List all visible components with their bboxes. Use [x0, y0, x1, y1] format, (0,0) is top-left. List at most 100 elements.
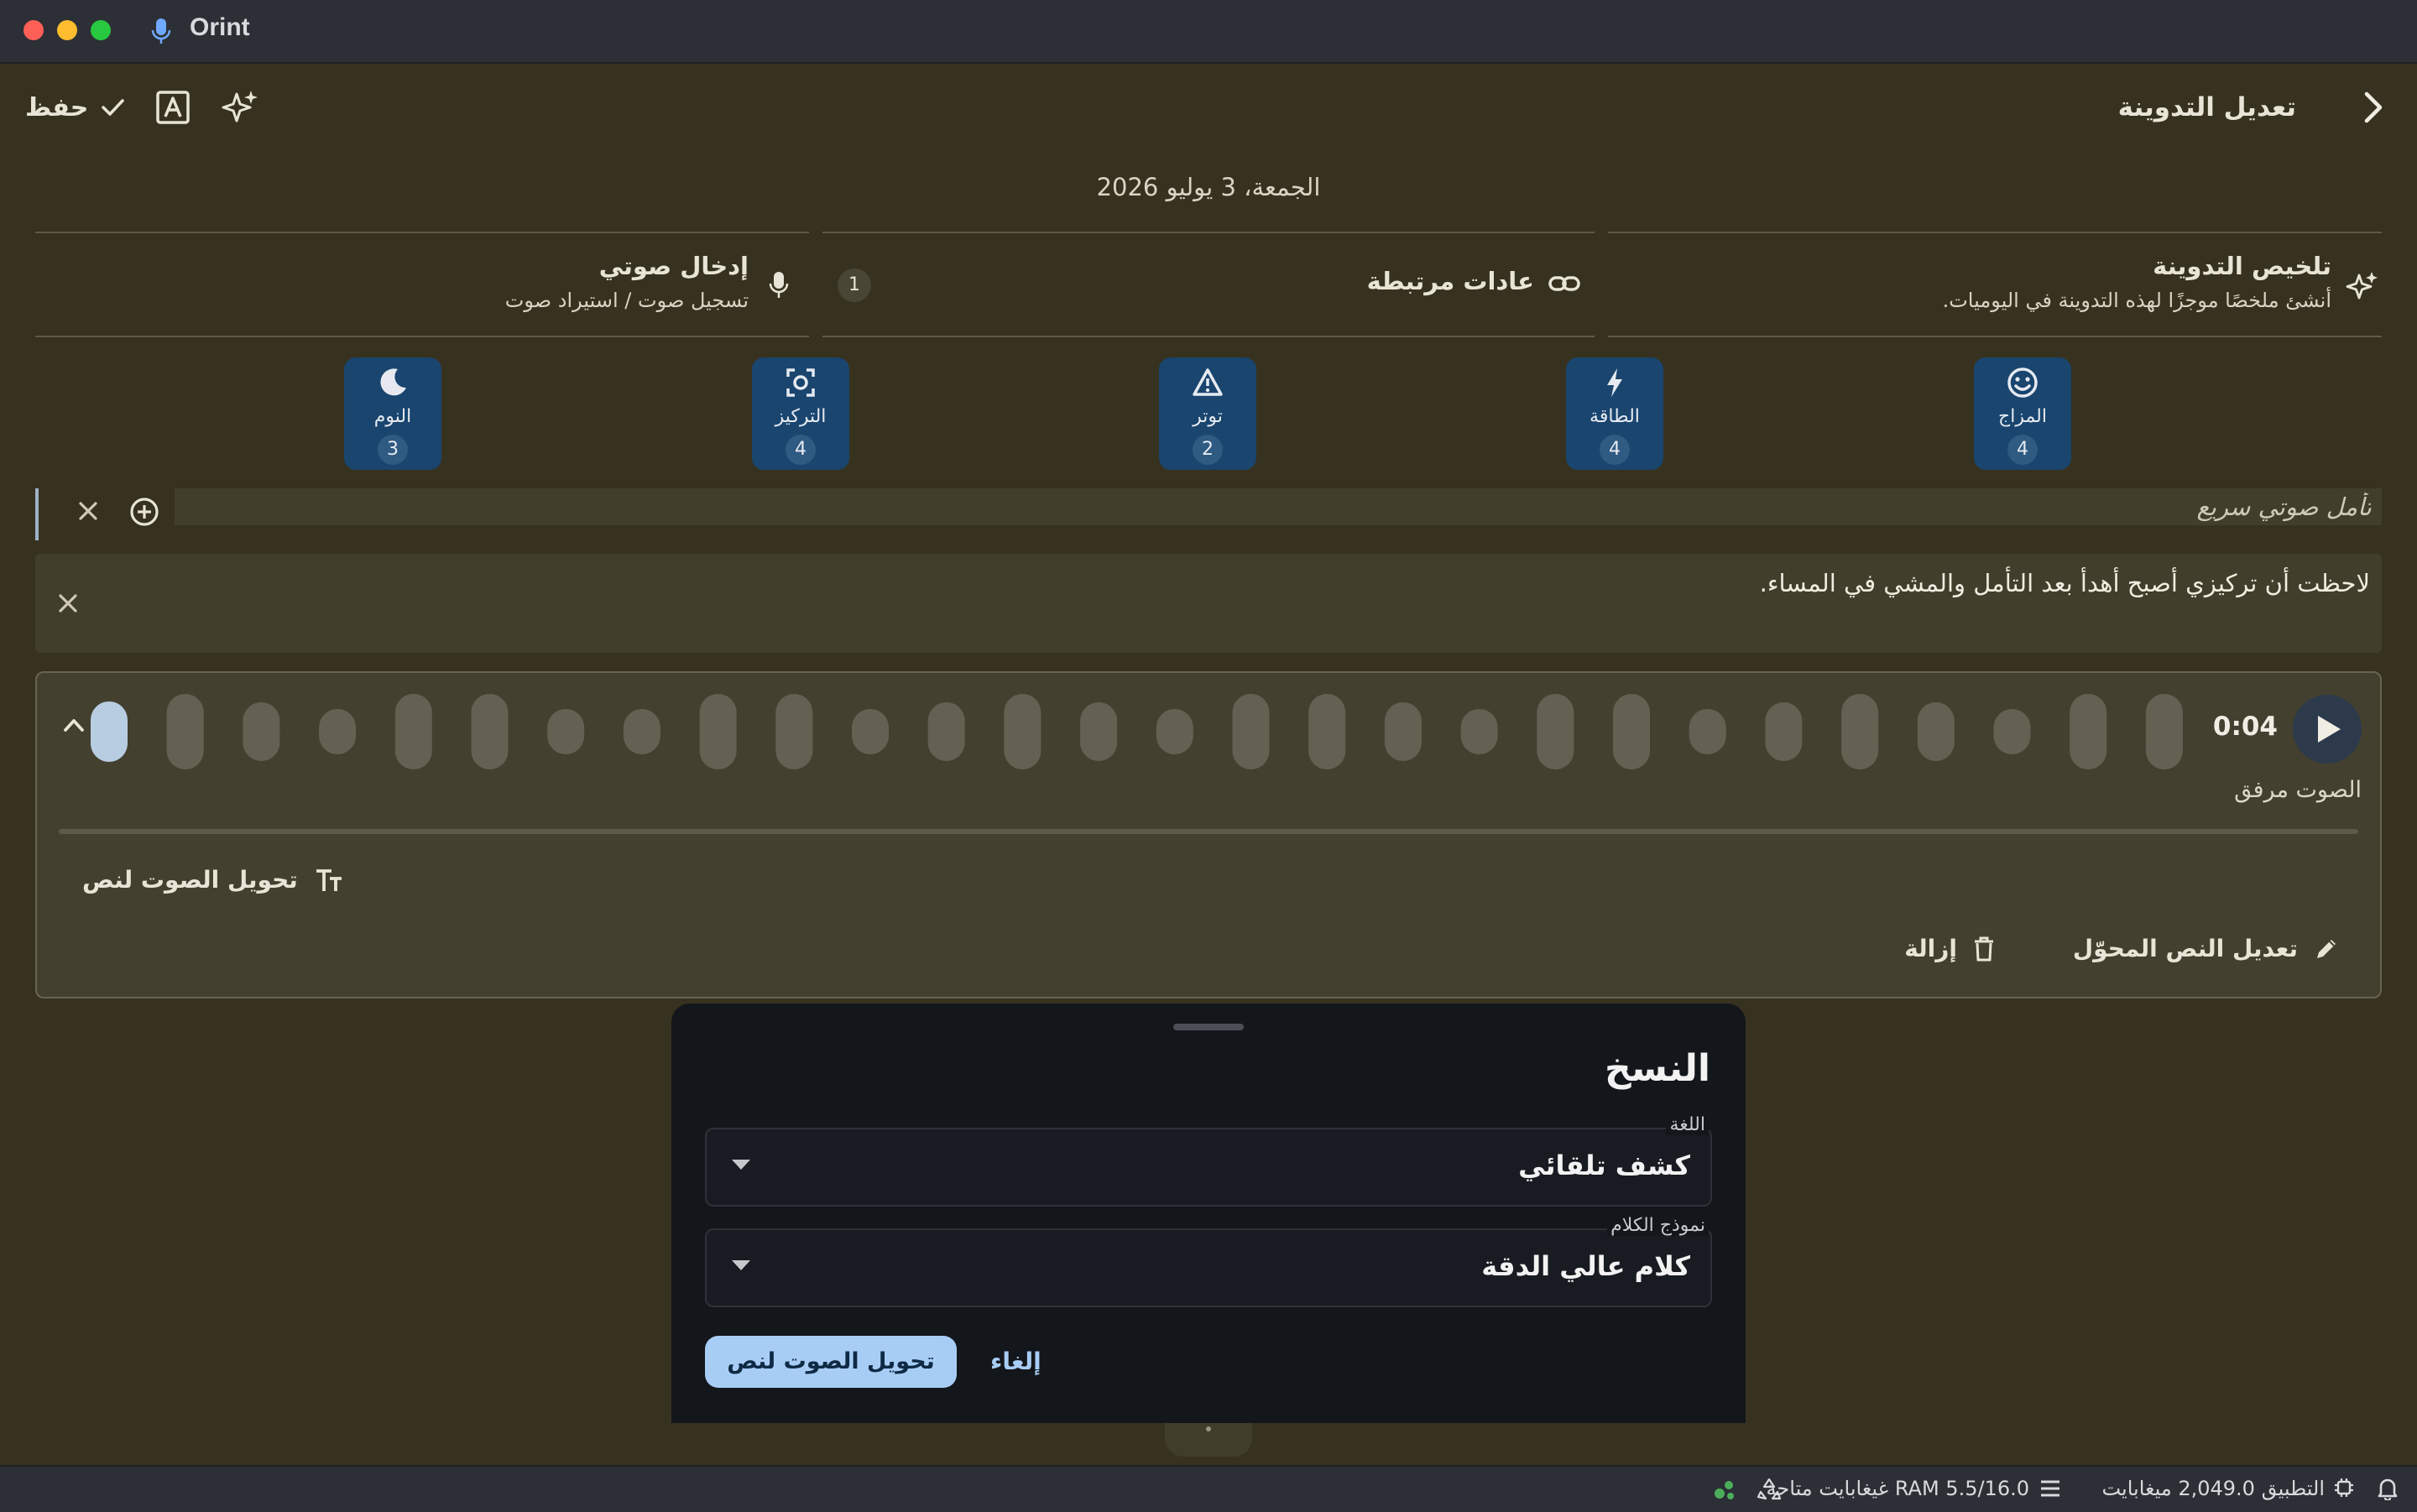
summarize-entry-card[interactable]: تلخيص التدوينة أنشئ ملخصًا موجزًا لهذه ا…: [1608, 232, 2382, 337]
sheet-drag-handle[interactable]: [1173, 1024, 1244, 1030]
summarize-subtitle: أنشئ ملخصًا موجزًا لهذه التدوينة في اليو…: [1942, 289, 2331, 312]
dropdown-arrow-icon: [732, 1260, 750, 1270]
metric-label: توتر: [1193, 406, 1223, 427]
voice-input-subtitle: تسجيل صوت / استيراد صوت: [504, 289, 749, 312]
sparkle-icon: [220, 87, 260, 128]
metric-count: 2: [1193, 435, 1223, 465]
bolt-icon: [1598, 366, 1631, 399]
waveform-bar: [1004, 694, 1041, 769]
remove-note-button[interactable]: [57, 592, 79, 614]
audio-progress-track[interactable]: [59, 829, 2358, 834]
metric-sleep[interactable]: النوم 3: [344, 357, 441, 470]
transcribe-label: تحويل الصوت لنص: [82, 866, 298, 894]
add-voice-input-button[interactable]: [129, 497, 159, 527]
transcribe-confirm-button[interactable]: تحويل الصوت لنص: [705, 1336, 957, 1388]
add-circle-icon: [129, 497, 159, 527]
play-button[interactable]: [2293, 695, 2362, 764]
sheet-bottom-tab[interactable]: [1165, 1423, 1252, 1457]
note-text: لاحظت أن تركيزي أصبح أهدأ بعد التأمل وال…: [1759, 569, 2370, 597]
metric-energy[interactable]: الطاقة 4: [1566, 357, 1663, 470]
text-format-button[interactable]: [154, 89, 191, 126]
metric-stress[interactable]: توتر 2: [1159, 357, 1256, 470]
bell-icon[interactable]: [2377, 1477, 2399, 1500]
audio-status: الصوت مرفق: [2234, 777, 2362, 803]
pencil-icon: [2313, 936, 2340, 962]
text-fields-icon: [315, 868, 343, 893]
waveform-bar: [623, 709, 660, 754]
memory-icon: [2039, 1478, 2061, 1499]
waveform-bar: [243, 702, 280, 761]
quick-voice-input[interactable]: [175, 488, 2382, 525]
cancel-button[interactable]: إلغاء: [990, 1336, 1041, 1388]
voice-input-card[interactable]: إدخال صوتي تسجيل صوت / استيراد صوت: [35, 232, 809, 337]
minimize-window-button[interactable]: [57, 20, 77, 40]
note-card[interactable]: لاحظت أن تركيزي أصبح أهدأ بعد التأمل وال…: [35, 554, 2382, 653]
recycle-icon[interactable]: [1757, 1477, 1781, 1500]
waveform-bar: [471, 694, 509, 769]
language-select[interactable]: كشف تلقائي: [705, 1128, 1712, 1207]
collapse-audio-button[interactable]: [57, 708, 91, 742]
input-focus-bar: [35, 488, 39, 540]
microphone-icon: [151, 17, 171, 45]
warning-icon: [1191, 366, 1224, 399]
waveform-bar: [2070, 694, 2107, 769]
zoom-window-button[interactable]: [91, 20, 111, 40]
waveform-bar: [2145, 694, 2183, 769]
close-window-button[interactable]: [23, 20, 44, 40]
waveform-bar: [1156, 709, 1193, 754]
microphone-icon: [769, 270, 789, 300]
remove-audio-button[interactable]: إزالة: [1904, 935, 1996, 962]
trash-icon: [1972, 936, 1996, 962]
close-icon: [57, 592, 79, 614]
metric-focus[interactable]: التركيز 4: [752, 357, 849, 470]
audio-waveform[interactable]: [91, 690, 2231, 774]
chevron-right-icon: [2353, 87, 2394, 128]
waveform-bar: [1384, 702, 1422, 761]
sheet-tab-dot: [1206, 1426, 1211, 1431]
clear-voice-input-button[interactable]: [77, 500, 99, 522]
metric-count: 4: [2007, 435, 2038, 465]
cluster-icon[interactable]: [1712, 1477, 1737, 1502]
metric-count: 4: [1600, 435, 1630, 465]
waveform-bar: [852, 709, 889, 754]
app-memory-usage: التطبيق 2,049.0 ميغابايت: [2101, 1477, 2325, 1500]
linked-habits-count: 1: [838, 269, 871, 302]
waveform-bar: [927, 702, 965, 761]
waveform-bar: [1080, 702, 1118, 761]
close-icon: [77, 500, 99, 522]
link-icon: [1548, 270, 1581, 297]
language-value: كشف تلقائي: [1518, 1150, 1690, 1181]
save-button[interactable]: حفظ: [25, 89, 125, 126]
play-icon: [2315, 713, 2343, 745]
window-titlebar: Orint: [0, 0, 2417, 64]
edit-transcript-label: تعديل النص المحوّل: [2072, 935, 2298, 962]
waveform-bar: [1993, 709, 2031, 754]
voice-input-title: إدخال صوتي: [598, 252, 749, 280]
save-label: حفظ: [25, 92, 89, 123]
edit-transcript-button[interactable]: تعديل النص المحوّل: [2073, 935, 2340, 962]
waveform-bar: [775, 694, 813, 769]
waveform-bar: [1537, 694, 1574, 769]
metric-count: 3: [378, 435, 408, 465]
waveform-bar: [547, 709, 585, 754]
waveform-bar: [1613, 694, 1650, 769]
speech-model-select[interactable]: كلام عالي الدقة: [705, 1228, 1712, 1307]
entry-date: الجمعة، 3 يوليو 2026: [1096, 173, 1321, 201]
metric-mood[interactable]: المزاج 4: [1974, 357, 2071, 470]
back-button[interactable]: [2353, 87, 2394, 128]
linked-habits-card[interactable]: عادات مرتبطة 1: [822, 232, 1595, 337]
linked-habits-title: عادات مرتبطة: [1366, 267, 1534, 295]
cpu-icon: [2333, 1477, 2355, 1499]
sparkle-icon: [2345, 270, 2378, 304]
app-title: Orint: [190, 13, 250, 41]
font-format-icon: [154, 89, 191, 126]
sheet-title: النسخ: [1604, 1047, 1710, 1090]
summarize-title: تلخيص التدوينة: [2153, 252, 2331, 280]
ai-assist-button[interactable]: [220, 87, 260, 128]
waveform-bar: [1917, 702, 1955, 761]
waveform-bar: [319, 709, 357, 754]
transcribe-audio-button[interactable]: تحويل الصوت لنص: [82, 866, 343, 894]
waveform-bar: [1308, 694, 1346, 769]
page-title: تعديل التدوينة: [2117, 92, 2296, 123]
language-label: اللغة: [1666, 1114, 1709, 1135]
